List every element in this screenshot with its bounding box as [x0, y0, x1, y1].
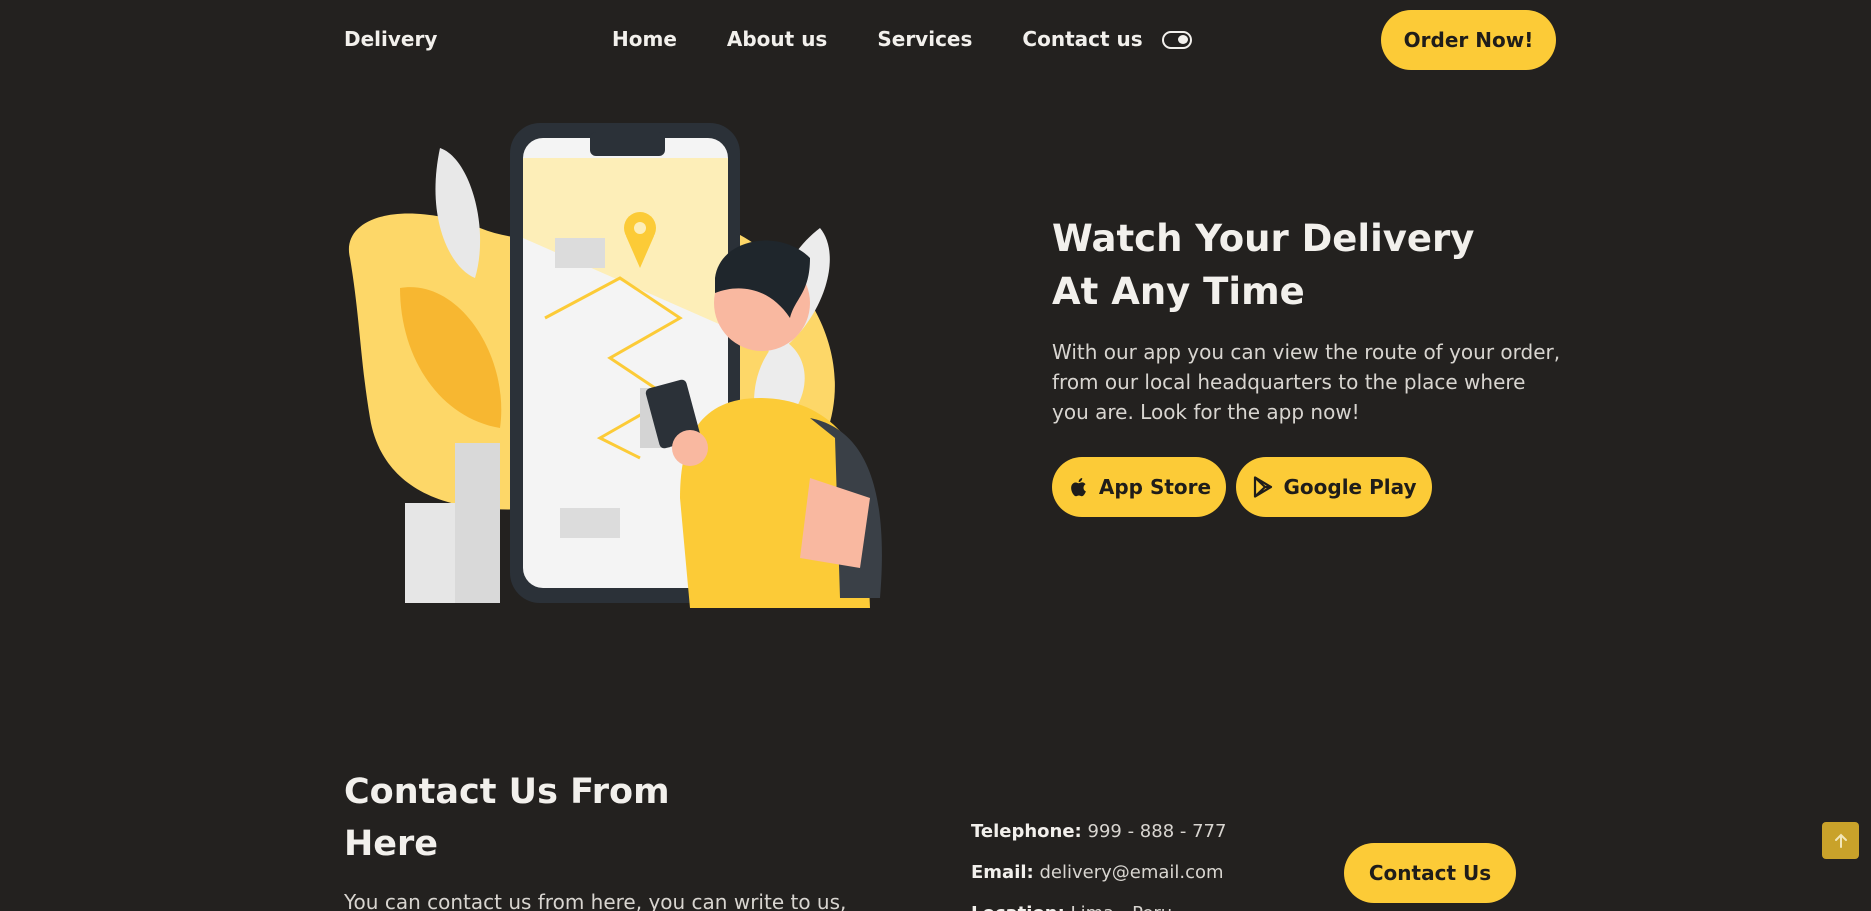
app-store-button[interactable]: App Store — [1052, 457, 1226, 517]
nav-about[interactable]: About us — [727, 27, 827, 51]
contact-description: You can contact us from here, you can wr… — [344, 890, 847, 911]
contact-title-line2: Here — [344, 824, 439, 864]
nav-services[interactable]: Services — [877, 27, 972, 51]
order-now-button[interactable]: Order Now! — [1381, 10, 1556, 70]
google-play-label: Google Play — [1283, 475, 1417, 499]
telephone-label: Telephone: — [971, 821, 1082, 842]
arrow-up-icon — [1834, 833, 1847, 848]
email-label: Email: — [971, 862, 1034, 883]
nav-home[interactable]: Home — [612, 27, 677, 51]
location-info: Location: Lima - Peru — [971, 903, 1172, 911]
delivery-illustration — [348, 123, 882, 608]
app-store-label: App Store — [1098, 475, 1212, 499]
toggle-knob — [1178, 35, 1188, 44]
telephone-info: Telephone: 999 - 888 - 777 — [971, 821, 1226, 842]
hero-title-line1: Watch Your Delivery — [1052, 217, 1475, 260]
hero-description: With our app you can view the route of y… — [1052, 340, 1561, 424]
telephone-value: 999 - 888 - 777 — [1087, 821, 1227, 842]
location-label: Location: — [971, 903, 1065, 911]
email-info: Email: delivery@email.com — [971, 862, 1224, 883]
hero-title-line2: At Any Time — [1052, 270, 1305, 313]
google-play-icon — [1254, 476, 1273, 498]
logo[interactable]: Delivery — [344, 27, 437, 51]
hero-title: Watch Your Delivery At Any Time — [1052, 212, 1532, 318]
scroll-top-button[interactable] — [1822, 822, 1859, 859]
theme-toggle-icon[interactable] — [1162, 31, 1192, 49]
nav-contact[interactable]: Contact us — [1022, 27, 1142, 51]
contact-title: Contact Us From Here — [344, 766, 764, 870]
contact-title-line1: Contact Us From — [344, 772, 670, 812]
location-value: Lima - Peru — [1071, 903, 1173, 911]
apple-icon — [1071, 478, 1086, 497]
main-nav: Home About us Services Contact us — [612, 27, 1193, 51]
contact-us-button[interactable]: Contact Us — [1344, 843, 1516, 903]
google-play-button[interactable]: Google Play — [1236, 457, 1432, 517]
email-value[interactable]: delivery@email.com — [1039, 862, 1223, 883]
